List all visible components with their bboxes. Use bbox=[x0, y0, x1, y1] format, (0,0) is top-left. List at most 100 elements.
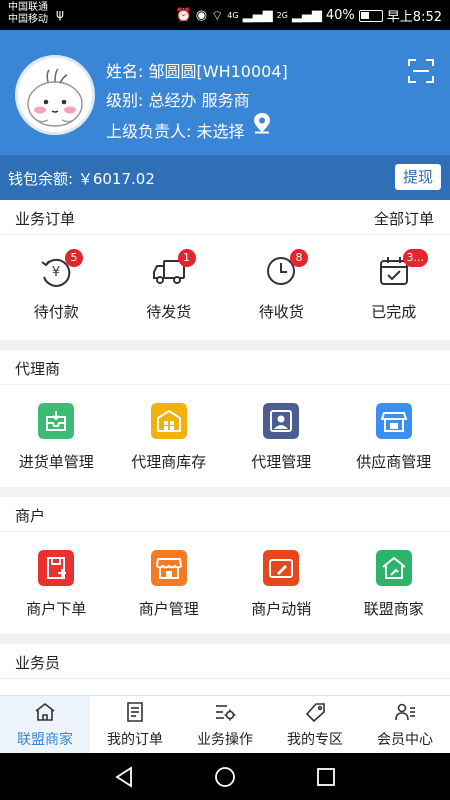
network-type-1: 4G bbox=[227, 11, 239, 20]
alarm-icon: ⏰ bbox=[175, 8, 192, 23]
clock-time: 早上8:52 bbox=[386, 10, 442, 25]
merchant-sales-activity[interactable]: 商户动销 bbox=[225, 532, 338, 637]
profile-superior: 上级负责人: 未选择 bbox=[106, 118, 245, 142]
nav-my-zone[interactable]: 我的专区 bbox=[270, 696, 360, 753]
house-icon bbox=[375, 550, 412, 586]
badge-count: 1 bbox=[177, 249, 196, 267]
grid-label: 联盟商家 bbox=[363, 600, 424, 618]
agent-header: 代理商 bbox=[0, 350, 450, 385]
level-value: 总经办 服务商 bbox=[148, 91, 250, 110]
grid-label: 商户动销 bbox=[251, 600, 312, 618]
carrier-info: 中国联通 中国移动 bbox=[8, 2, 48, 26]
carrier-2: 中国移动 bbox=[8, 14, 48, 25]
tag-icon bbox=[305, 703, 325, 722]
name-value: 邹圆圆[WH10004] bbox=[148, 62, 288, 81]
home-icon bbox=[35, 702, 55, 721]
section-title: 商户 bbox=[15, 507, 46, 525]
badge-count: 8 bbox=[290, 249, 308, 267]
nav-member-center[interactable]: 会员中心 bbox=[360, 696, 450, 753]
order-list-icon bbox=[127, 702, 143, 722]
nav-business-operations[interactable]: 业务操作 bbox=[180, 696, 270, 753]
profile-header: 姓名: 邹圆圆[WH10004] 级别: 总经办 服务商 上级负责人: 未选择 bbox=[0, 30, 450, 155]
store-icon bbox=[150, 550, 187, 586]
section-title: 代理商 bbox=[15, 360, 61, 378]
svg-text:¥: ¥ bbox=[52, 265, 60, 280]
network-type-2: 2G bbox=[276, 11, 288, 20]
orders-grid: ¥ 5 待付款 1 待发货 8 待收货 3... 已完成 bbox=[0, 235, 450, 340]
order-label: 待付款 bbox=[33, 303, 79, 321]
nav-label: 业务操作 bbox=[197, 732, 253, 748]
nav-alliance-merchants[interactable]: 联盟商家 bbox=[0, 696, 90, 753]
profile-level: 级别: 总经办 服务商 bbox=[106, 87, 250, 111]
section-title: 业务员 bbox=[15, 654, 61, 672]
grid-label: 商户下单 bbox=[26, 600, 87, 618]
order-label: 待收货 bbox=[258, 303, 304, 321]
alliance-merchants[interactable]: 联盟商家 bbox=[338, 532, 450, 637]
settings-list-icon bbox=[216, 705, 236, 721]
salesman-header: 业务员 bbox=[0, 644, 450, 679]
order-pending-receipt[interactable]: 8 待收货 bbox=[225, 235, 338, 340]
inbox-icon bbox=[38, 403, 75, 439]
battery-icon bbox=[358, 9, 383, 22]
grid-label: 代理商库存 bbox=[131, 453, 207, 471]
section-title: 业务订单 bbox=[15, 210, 76, 228]
recent-apps-icon[interactable] bbox=[315, 766, 337, 788]
eye-icon: ◉ bbox=[195, 8, 208, 23]
merchant-grid: 商户下单 商户管理 商户动销 联盟商家 bbox=[0, 532, 450, 637]
grid-label: 进货单管理 bbox=[18, 453, 94, 471]
system-nav-bar bbox=[0, 753, 450, 800]
order-pending-shipment[interactable]: 1 待发货 bbox=[113, 235, 226, 340]
battery-percent: 40% bbox=[325, 8, 355, 23]
wallet-amount: ￥6017.02 bbox=[77, 170, 155, 188]
merchant-place-order[interactable]: 商户下单 bbox=[0, 532, 113, 637]
superior-value: 未选择 bbox=[196, 122, 245, 141]
home-circle-icon[interactable] bbox=[214, 766, 236, 788]
badge-count: 5 bbox=[65, 249, 83, 267]
wallet-bar: 钱包余额: ￥6017.02 提现 bbox=[0, 155, 450, 200]
merchant-header: 商户 bbox=[0, 497, 450, 532]
supplier-management[interactable]: 供应商管理 bbox=[338, 385, 450, 490]
orders-header: 业务订单 全部订单 bbox=[0, 200, 450, 235]
avatar[interactable] bbox=[15, 55, 95, 135]
order-icon bbox=[38, 550, 75, 586]
superior-label: 上级负责人: bbox=[106, 122, 192, 141]
grid-label: 代理管理 bbox=[251, 453, 312, 471]
grid-label: 供应商管理 bbox=[356, 453, 432, 471]
agent-grid: 进货单管理 代理商库存 代理管理 供应商管理 bbox=[0, 385, 450, 490]
usb-icon: ψ bbox=[56, 7, 64, 21]
agent-management[interactable]: 代理管理 bbox=[225, 385, 338, 490]
supplier-store-icon bbox=[375, 403, 412, 439]
name-label: 姓名: bbox=[106, 62, 144, 81]
status-bar: 中国联通 中国移动 ψ ⏰ ◉ ⌔ 4G ▂▄▆ 2G ▂▄▆ 40% 早上8:… bbox=[0, 0, 450, 30]
merchant-management[interactable]: 商户管理 bbox=[113, 532, 226, 637]
order-completed[interactable]: 3... 已完成 bbox=[338, 235, 450, 340]
location-pin-icon[interactable] bbox=[252, 112, 272, 138]
badge-count: 3... bbox=[402, 249, 428, 267]
status-icons: ⏰ ◉ ⌔ 4G ▂▄▆ 2G ▂▄▆ 40% 早上8:52 bbox=[176, 6, 442, 25]
wifi-icon: ⌔ bbox=[211, 8, 224, 24]
carrier-1: 中国联通 bbox=[8, 2, 48, 13]
withdraw-button[interactable]: 提现 bbox=[395, 164, 441, 190]
scan-icon[interactable] bbox=[408, 58, 434, 88]
warehouse-icon bbox=[150, 403, 187, 439]
level-label: 级别: bbox=[106, 91, 144, 110]
nav-my-orders[interactable]: 我的订单 bbox=[90, 696, 180, 753]
order-label: 待发货 bbox=[146, 303, 192, 321]
order-pending-payment[interactable]: ¥ 5 待付款 bbox=[0, 235, 113, 340]
card-edit-icon bbox=[263, 550, 300, 586]
agent-section: 代理商 进货单管理 代理商库存 代理管理 供应商管理 bbox=[0, 350, 450, 487]
nav-label: 我的专区 bbox=[287, 732, 343, 748]
grid-label: 商户管理 bbox=[138, 600, 199, 618]
member-icon bbox=[395, 703, 415, 721]
bottom-nav: 联盟商家 我的订单 业务操作 我的专区 会员中心 bbox=[0, 695, 450, 753]
agent-inventory[interactable]: 代理商库存 bbox=[113, 385, 226, 490]
signal-icon-2: ▂▄▆ bbox=[291, 8, 322, 23]
back-icon[interactable] bbox=[113, 766, 135, 788]
wallet-label: 钱包余额: bbox=[8, 170, 74, 188]
purchase-order-management[interactable]: 进货单管理 bbox=[0, 385, 113, 490]
orders-section: 业务订单 全部订单 ¥ 5 待付款 1 待发货 8 待收货 3... 已完成 bbox=[0, 200, 450, 340]
all-orders-link[interactable]: 全部订单 bbox=[374, 208, 434, 229]
profile-name: 姓名: 邹圆圆[WH10004] bbox=[106, 58, 288, 82]
signal-icon: ▂▄▆ bbox=[242, 8, 273, 23]
nav-label: 联盟商家 bbox=[17, 732, 73, 748]
